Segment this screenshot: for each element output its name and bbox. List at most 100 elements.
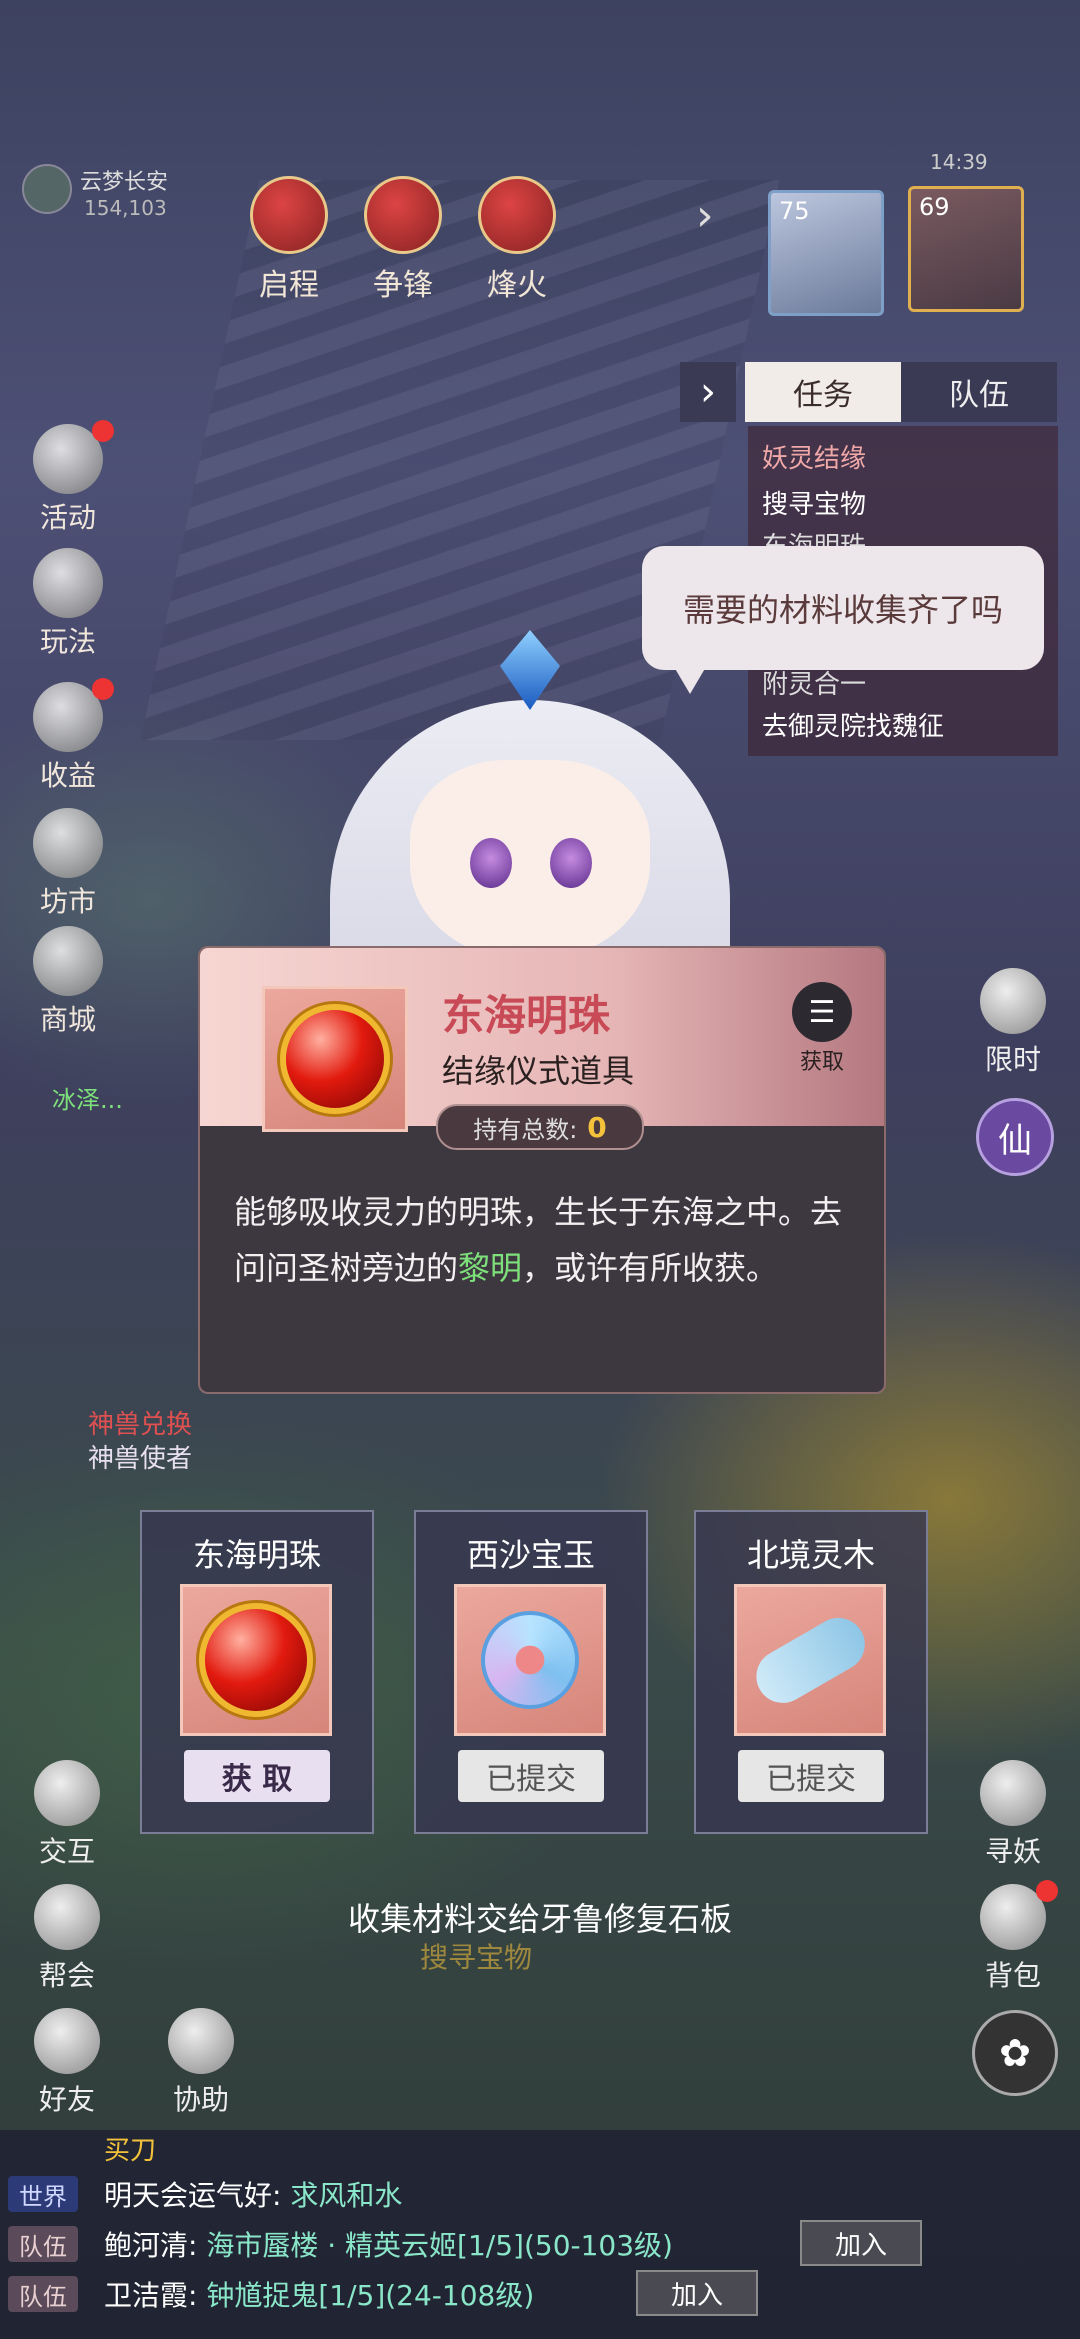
journey-label: 启程 bbox=[259, 268, 319, 303]
material-name: 北境灵木 bbox=[746, 1536, 875, 1574]
tab-team[interactable]: 队伍 bbox=[901, 362, 1057, 422]
guild-button[interactable]: 帮会 bbox=[22, 1884, 112, 1994]
market-button[interactable]: 坊市 bbox=[18, 808, 118, 920]
limited-time-label: 限时 bbox=[984, 1043, 1041, 1076]
contend-button[interactable]: 争锋 bbox=[358, 176, 448, 304]
chat-link[interactable]: 求风和水 bbox=[290, 2179, 402, 2212]
interact-button[interactable]: 交互 bbox=[22, 1760, 112, 1870]
task-item[interactable]: 搜寻宝物 bbox=[762, 484, 866, 521]
beacon-label: 烽火 bbox=[487, 268, 547, 303]
item-desc-text: ，或许有所收获。 bbox=[522, 1249, 779, 1287]
gameplay-icon bbox=[33, 548, 103, 618]
chat-line: 明天会运气好: 求风和水 bbox=[104, 2174, 402, 2214]
item-count-label: 持有总数: bbox=[473, 1115, 578, 1144]
chat-text: 明天会运气好: bbox=[104, 2179, 282, 2212]
submitted-button: 已提交 bbox=[458, 1750, 604, 1802]
npc-overhead-label: 冰泽... bbox=[52, 1086, 123, 1114]
chat-text: 卫洁霞: bbox=[104, 2279, 198, 2312]
activity-label: 活动 bbox=[39, 501, 96, 534]
contend-label: 争锋 bbox=[373, 268, 433, 303]
friends-button[interactable]: 好友 bbox=[22, 2008, 112, 2118]
speech-bubble: 需要的材料收集齐了吗 bbox=[642, 546, 1044, 670]
clock-icon bbox=[980, 968, 1046, 1034]
party-level: 75 bbox=[779, 197, 810, 225]
material-icon-frame[interactable] bbox=[454, 1584, 606, 1736]
mail-icon bbox=[34, 2008, 100, 2074]
list-icon: ☰ bbox=[792, 982, 852, 1042]
chat-header: 买刀 bbox=[104, 2136, 157, 2166]
party-level: 69 bbox=[919, 193, 950, 221]
chat-line: 鲍河清: 海市蜃楼 · 精英云姬[1/5](50-103级) bbox=[104, 2224, 673, 2264]
chat-link[interactable]: 海市蜃楼 · 精英云姬[1/5](50-103级) bbox=[206, 2229, 673, 2262]
channel-tag-team: 队伍 bbox=[8, 2276, 78, 2312]
assist-button[interactable]: 协助 bbox=[156, 2008, 246, 2118]
flower-menu-icon[interactable]: ✿ bbox=[972, 2010, 1058, 2096]
quest-hint: 收集材料交给牙鲁修复石板 bbox=[347, 1900, 732, 1938]
jade-ring-icon bbox=[480, 1610, 580, 1710]
chat-link[interactable]: 钟馗捉鬼[1/5](24-108级) bbox=[206, 2279, 534, 2312]
material-icon-frame[interactable] bbox=[734, 1584, 886, 1736]
shop-button[interactable]: 商城 bbox=[18, 926, 118, 1038]
get-source-button[interactable]: ☰ 获取 bbox=[786, 982, 858, 1076]
item-icon-frame bbox=[262, 986, 408, 1132]
journey-button[interactable]: 启程 bbox=[244, 176, 334, 304]
immortal-button[interactable]: 仙 bbox=[976, 1098, 1054, 1176]
income-label: 收益 bbox=[39, 759, 96, 792]
assist-label: 协助 bbox=[172, 2083, 229, 2116]
location-name: 云梦长安 bbox=[80, 170, 169, 195]
material-slot: 东海明珠 获 取 bbox=[140, 1510, 374, 1834]
beast-envoy-label: 神兽使者 bbox=[88, 1444, 193, 1474]
chat-text: 鲍河清: bbox=[104, 2229, 198, 2262]
obtain-button[interactable]: 获 取 bbox=[184, 1750, 330, 1802]
get-source-label: 获取 bbox=[799, 1050, 844, 1075]
npc-eye bbox=[550, 838, 592, 888]
channel-tag-world: 世界 bbox=[8, 2176, 78, 2212]
party-avatar-1[interactable]: 75 bbox=[768, 190, 884, 316]
material-name: 东海明珠 bbox=[192, 1536, 321, 1574]
scale-icon bbox=[33, 808, 103, 878]
task-title[interactable]: 妖灵结缘 bbox=[762, 438, 866, 475]
shop-label: 商城 bbox=[39, 1003, 96, 1036]
seek-demon-label: 寻妖 bbox=[984, 1835, 1041, 1868]
guild-label: 帮会 bbox=[38, 1959, 95, 1992]
red-pearl-icon bbox=[204, 1608, 308, 1712]
chevron-right-icon[interactable]: › bbox=[696, 190, 714, 241]
chat-panel[interactable]: 买刀 世界 明天会运气好: 求风和水 队伍 鲍河清: 海市蜃楼 · 精英云姬[1… bbox=[0, 2130, 1080, 2339]
npc-character-face bbox=[410, 760, 650, 960]
join-team-button[interactable]: 加入 bbox=[800, 2220, 922, 2266]
beacon-button[interactable]: 烽火 bbox=[472, 176, 562, 304]
npc-eye bbox=[470, 838, 512, 888]
material-name: 西沙宝玉 bbox=[466, 1536, 595, 1574]
material-icon-frame[interactable] bbox=[180, 1584, 332, 1736]
guild-icon bbox=[34, 1884, 100, 1950]
limited-time-button[interactable]: 限时 bbox=[968, 968, 1058, 1078]
beast-exchange-label[interactable]: 神兽兑换 bbox=[88, 1404, 192, 1441]
item-type: 结缘仪式道具 bbox=[442, 1052, 635, 1090]
shop-icon bbox=[33, 926, 103, 996]
tab-tasks[interactable]: 任务 bbox=[745, 362, 901, 422]
notification-dot bbox=[92, 420, 114, 442]
market-label: 坊市 bbox=[39, 885, 96, 918]
gameplay-button[interactable]: 玩法 bbox=[18, 548, 118, 660]
material-slot: 北境灵木 已提交 bbox=[694, 1510, 928, 1834]
fox-icon bbox=[980, 1760, 1046, 1826]
minimap-icon[interactable] bbox=[22, 164, 72, 214]
party-avatar-2[interactable]: 69 bbox=[908, 186, 1024, 312]
collapse-arrow-icon[interactable]: › bbox=[680, 362, 736, 422]
seek-demon-button[interactable]: 寻妖 bbox=[968, 1760, 1058, 1870]
join-team-button[interactable]: 加入 bbox=[636, 2270, 758, 2316]
location-coords: 154,103 bbox=[84, 196, 167, 220]
spirit-wood-icon bbox=[746, 1608, 874, 1712]
notification-dot bbox=[1036, 1880, 1058, 1902]
friends-label: 好友 bbox=[38, 2083, 95, 2116]
item-count-value: 0 bbox=[587, 1110, 607, 1144]
channel-tag-team: 队伍 bbox=[8, 2226, 78, 2262]
red-pearl-icon bbox=[286, 1010, 384, 1108]
task-item[interactable]: 去御灵院找魏征 bbox=[762, 706, 944, 743]
npc-name-link[interactable]: 黎明 bbox=[458, 1249, 522, 1287]
beacon-icon bbox=[478, 176, 556, 254]
submitted-button: 已提交 bbox=[738, 1750, 884, 1802]
gameplay-label: 玩法 bbox=[39, 625, 96, 658]
chat-line: 卫洁霞: 钟馗捉鬼[1/5](24-108级) bbox=[104, 2274, 534, 2314]
notification-dot bbox=[92, 678, 114, 700]
